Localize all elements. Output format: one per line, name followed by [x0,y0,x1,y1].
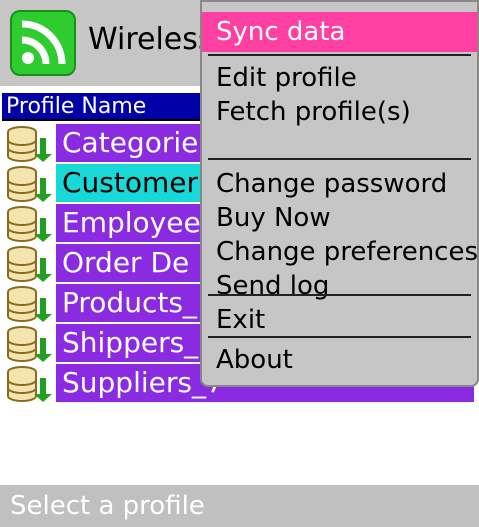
app-title: Wireless [88,22,214,57]
database-icon [7,366,52,402]
database-icon [7,206,52,242]
database-icon [7,166,52,202]
status-text: Select a profile [10,491,205,521]
database-icon [7,126,52,162]
database-icon [7,286,52,322]
menu-divider [208,294,471,296]
status-bar: Select a profile [0,485,479,527]
options-menu: Sync data Edit profile Fetch profile(s) … [200,0,479,387]
menu-divider [208,336,471,338]
menu-divider [208,54,471,56]
database-icon [7,326,52,362]
column-header-profile-name[interactable]: Profile Name [2,93,202,121]
menu-item-sync-data[interactable]: Sync data [202,12,477,52]
menu-item-fetch-profiles[interactable]: Fetch profile(s) [202,92,477,132]
menu-divider [208,158,471,160]
wifi-icon [10,10,76,76]
database-icon [7,246,52,282]
menu-item-exit[interactable]: Exit [202,300,477,340]
menu-item-about[interactable]: About [202,340,477,380]
